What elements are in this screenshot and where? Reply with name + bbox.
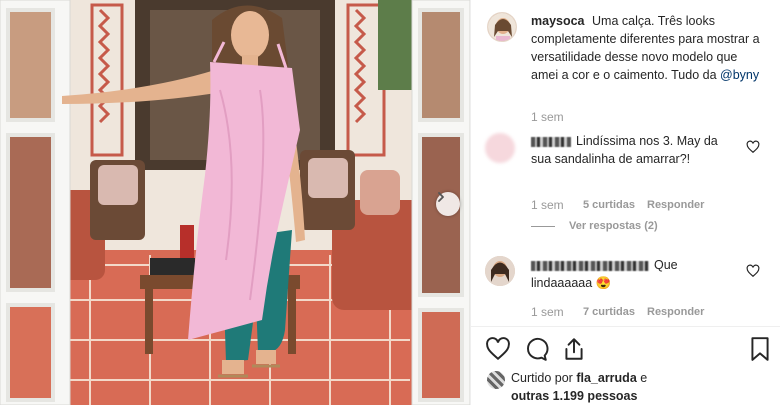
- caption-username[interactable]: maysoca: [531, 14, 585, 28]
- chevron-right-icon: [438, 192, 444, 202]
- comment-like-count[interactable]: 5 curtidas: [583, 199, 635, 211]
- heart-eyes-emoji: 😍: [595, 276, 612, 290]
- liked-by-summary: Curtido por fla_arruda e outras 1.199 pe…: [511, 369, 751, 405]
- caption-mention[interactable]: @byny: [720, 68, 759, 82]
- comment-reply-button[interactable]: Responder: [647, 306, 704, 318]
- comment-body: Que lindaaaaaa 😍: [531, 256, 731, 292]
- comment-icon[interactable]: [523, 336, 549, 362]
- caption-timestamp[interactable]: 1 sem: [531, 110, 564, 124]
- share-icon[interactable]: [561, 336, 587, 362]
- post-photo: [0, 0, 470, 405]
- comment-like-count[interactable]: 7 curtidas: [583, 306, 635, 318]
- comment-avatar[interactable]: [485, 256, 515, 286]
- heart-icon[interactable]: [746, 140, 760, 154]
- liked-by-avatar[interactable]: [487, 371, 505, 389]
- liked-by-user[interactable]: fla_arruda: [576, 371, 636, 385]
- heart-icon[interactable]: [485, 336, 511, 362]
- comment-body: Lindíssima nos 3. May da sua sandalinha …: [531, 132, 731, 168]
- comment-avatar-image: [485, 256, 515, 286]
- liked-by-others[interactable]: outras 1.199 pessoas: [511, 389, 637, 403]
- post-caption: maysoca Uma calça. Três looks completame…: [531, 12, 763, 84]
- photo-scene: [0, 0, 470, 405]
- post-action-bar: [485, 336, 775, 364]
- liked-by-conjunction: e: [640, 371, 648, 385]
- comment-timestamp[interactable]: 1 sem: [531, 305, 564, 319]
- actions-divider: [471, 326, 780, 327]
- comment-avatar[interactable]: [485, 133, 515, 163]
- liked-by-prefix: Curtido por: [511, 371, 573, 385]
- comment-username-redacted[interactable]: [531, 136, 571, 147]
- comment-username-redacted[interactable]: [531, 260, 649, 271]
- replies-line: [531, 225, 555, 227]
- view-replies-button[interactable]: Ver respostas (2): [531, 220, 658, 232]
- view-replies-label: Ver respostas (2): [569, 220, 658, 232]
- post-sidebar: maysoca Uma calça. Três looks completame…: [470, 0, 780, 405]
- heart-icon[interactable]: [746, 264, 760, 278]
- next-photo-button[interactable]: [436, 192, 460, 216]
- bookmark-icon[interactable]: [747, 336, 773, 362]
- comment-reply-button[interactable]: Responder: [647, 199, 704, 211]
- author-avatar[interactable]: [487, 12, 517, 42]
- author-avatar-image: [488, 13, 516, 41]
- comment-timestamp[interactable]: 1 sem: [531, 198, 564, 212]
